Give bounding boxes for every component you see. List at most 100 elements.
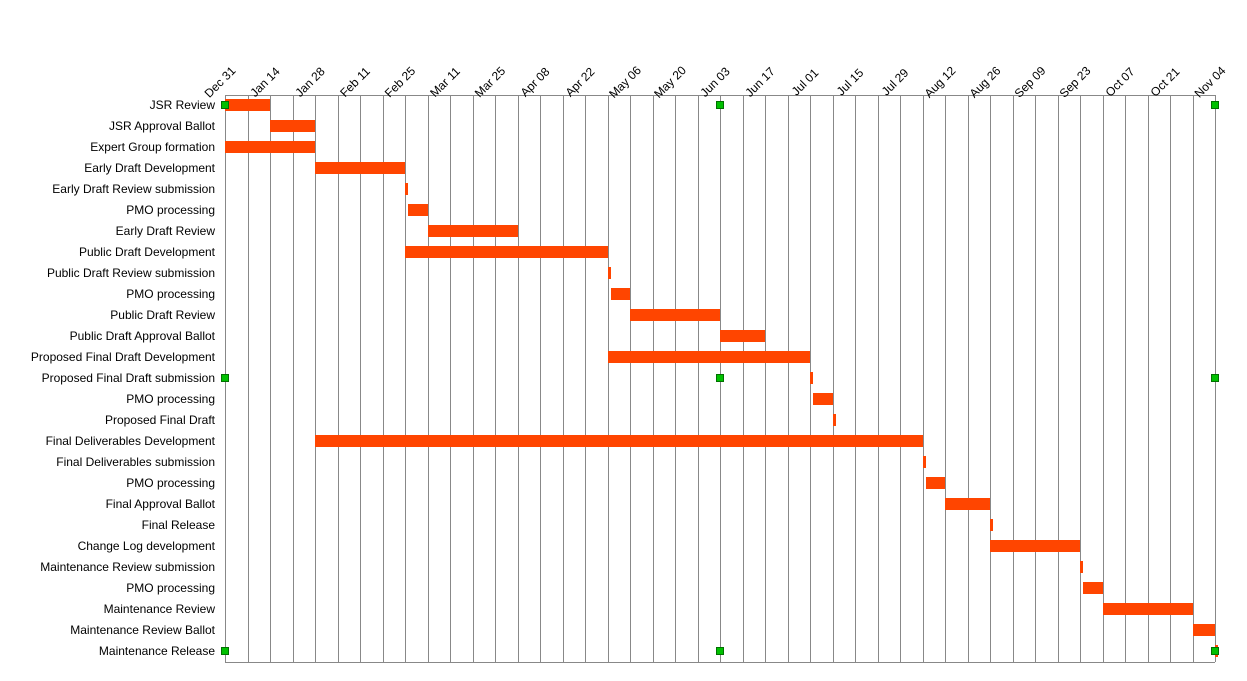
task-bar [608, 267, 611, 279]
task-label: Final Approval Ballot [0, 497, 215, 511]
gridline [495, 95, 496, 662]
task-label: PMO processing [0, 581, 215, 595]
task-bar [810, 372, 813, 384]
task-bar [428, 225, 518, 237]
task-label: Proposed Final Draft submission [0, 371, 215, 385]
gridline [248, 95, 249, 662]
milestone-marker [716, 374, 724, 382]
task-bar [833, 414, 836, 426]
gridline [563, 95, 564, 662]
task-label: Public Draft Review [0, 308, 215, 322]
gridline [1103, 95, 1104, 662]
task-label: Early Draft Review [0, 224, 215, 238]
gridline [1013, 95, 1014, 662]
task-bar [813, 393, 832, 405]
task-label: PMO processing [0, 203, 215, 217]
task-label: Public Draft Review submission [0, 266, 215, 280]
milestone-marker [716, 647, 724, 655]
milestone-marker [221, 374, 229, 382]
task-bar [1083, 582, 1102, 594]
gridline [1193, 95, 1194, 662]
milestone-marker [221, 647, 229, 655]
gridline [765, 95, 766, 662]
milestone-marker [221, 101, 229, 109]
task-label: Maintenance Review Ballot [0, 623, 215, 637]
gridline [360, 95, 361, 662]
task-bar [225, 141, 315, 153]
gridline [833, 95, 834, 662]
task-label: Proposed Final Draft [0, 413, 215, 427]
gridline [293, 95, 294, 662]
task-bar [225, 99, 270, 111]
plot-frame-bottom [225, 662, 1215, 663]
gridline [1170, 95, 1171, 662]
task-bar [1103, 603, 1193, 615]
gridline [608, 95, 609, 662]
task-bar [405, 183, 408, 195]
gridline [518, 95, 519, 662]
gridline [630, 95, 631, 662]
gridline [473, 95, 474, 662]
task-bar [270, 120, 315, 132]
task-bar [990, 540, 1080, 552]
task-bar [945, 498, 990, 510]
gridline [743, 95, 744, 662]
gridline [428, 95, 429, 662]
gridline [923, 95, 924, 662]
task-label: Final Release [0, 518, 215, 532]
task-bar [405, 246, 608, 258]
gridline [788, 95, 789, 662]
gridline [1058, 95, 1059, 662]
task-label: JSR Review [0, 98, 215, 112]
task-label: Early Draft Development [0, 161, 215, 175]
task-label: Expert Group formation [0, 140, 215, 154]
milestone-marker [1211, 374, 1219, 382]
gridline [900, 95, 901, 662]
gridline [585, 95, 586, 662]
gridline [540, 95, 541, 662]
gridline [405, 95, 406, 662]
gridline [1035, 95, 1036, 662]
task-label: Final Deliverables Development [0, 434, 215, 448]
gridline [968, 95, 969, 662]
gridline [990, 95, 991, 662]
gantt-chart: Dec 31Jan 14Jan 28Feb 11Feb 25Mar 11Mar … [0, 0, 1247, 681]
gridline [383, 95, 384, 662]
task-bar [315, 162, 405, 174]
gridline [855, 95, 856, 662]
task-label: Maintenance Release [0, 644, 215, 658]
task-label: Final Deliverables submission [0, 455, 215, 469]
task-label: PMO processing [0, 476, 215, 490]
gridline [450, 95, 451, 662]
task-bar [926, 477, 945, 489]
task-bar [408, 204, 427, 216]
task-label: Change Log development [0, 539, 215, 553]
task-bar [923, 456, 926, 468]
task-bar [315, 435, 923, 447]
task-label: Early Draft Review submission [0, 182, 215, 196]
task-bar [630, 309, 720, 321]
task-label: Maintenance Review submission [0, 560, 215, 574]
gridline [878, 95, 879, 662]
task-label: PMO processing [0, 287, 215, 301]
gridline [315, 95, 316, 662]
task-label: PMO processing [0, 392, 215, 406]
task-label: Proposed Final Draft Development [0, 350, 215, 364]
task-label: Maintenance Review [0, 602, 215, 616]
milestone-marker [1211, 101, 1219, 109]
gridline [675, 95, 676, 662]
task-label: Public Draft Approval Ballot [0, 329, 215, 343]
gridline [653, 95, 654, 662]
gridline [1148, 95, 1149, 662]
task-bar [611, 288, 630, 300]
task-bar [608, 351, 811, 363]
gridline [1080, 95, 1081, 662]
gridline [945, 95, 946, 662]
milestone-marker [1211, 647, 1219, 655]
task-bar [1080, 561, 1083, 573]
gridline [338, 95, 339, 662]
task-bar [1193, 624, 1216, 636]
gridline [270, 95, 271, 662]
milestone-marker [716, 101, 724, 109]
task-label: JSR Approval Ballot [0, 119, 215, 133]
